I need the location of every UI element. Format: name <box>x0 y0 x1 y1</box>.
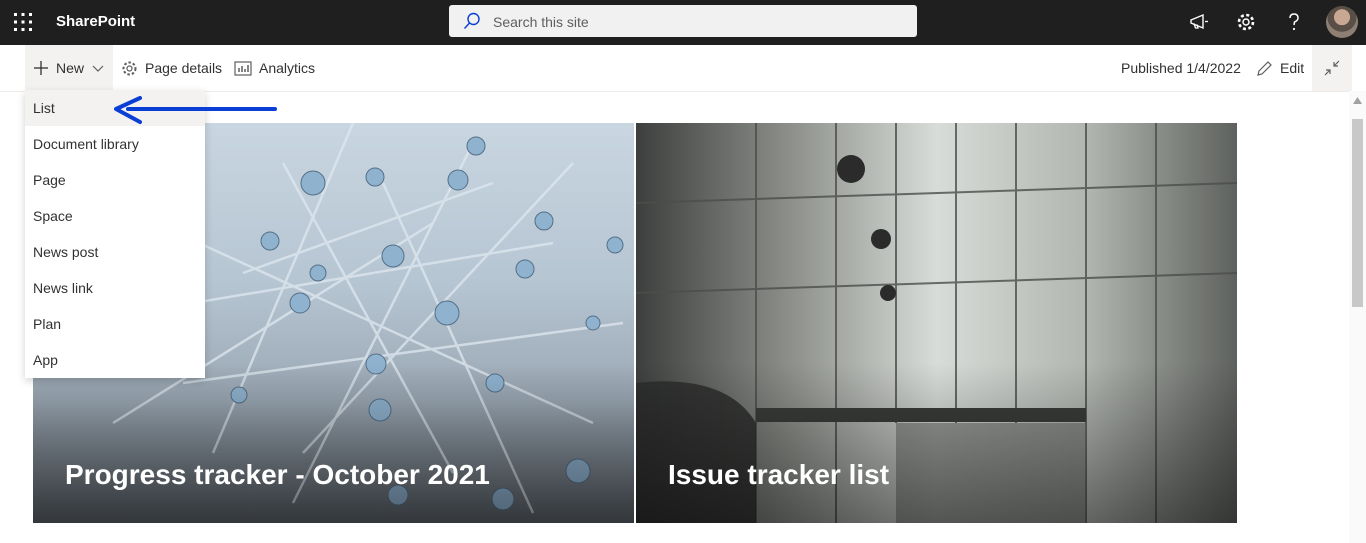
menu-item-space[interactable]: Space <box>25 198 205 234</box>
collapse-button[interactable] <box>1312 45 1352 91</box>
avatar[interactable] <box>1326 6 1358 38</box>
gear-icon[interactable] <box>1235 11 1257 33</box>
app-launcher-icon[interactable] <box>13 12 33 32</box>
hero-tile-issue-tracker[interactable]: Issue tracker list <box>636 123 1237 523</box>
tile-title[interactable]: Progress tracker - October 2021 <box>65 459 490 491</box>
annotation-arrow-icon <box>110 96 280 131</box>
analytics-label: Analytics <box>259 60 316 76</box>
tile-shade <box>33 363 634 523</box>
search-input[interactable]: Search this site <box>493 14 589 30</box>
new-button-label: New <box>56 60 85 76</box>
chevron-down-icon <box>92 65 104 72</box>
menu-item-news-link[interactable]: News link <box>25 270 205 306</box>
scroll-up-icon[interactable] <box>1353 97 1362 104</box>
tile-shade <box>636 363 1237 523</box>
app-title[interactable]: SharePoint <box>56 13 135 30</box>
scrollbar-thumb[interactable] <box>1352 119 1363 307</box>
edit-icon <box>1257 60 1272 76</box>
new-button[interactable]: New <box>25 45 113 91</box>
edit-button[interactable]: Edit <box>1256 45 1304 91</box>
command-bar: New Page details Analytics Published 1/4… <box>0 45 1366 92</box>
suite-bar: SharePoint Search this site <box>0 0 1366 45</box>
search-icon <box>463 12 481 35</box>
analytics-icon <box>234 60 252 76</box>
search-box[interactable]: Search this site <box>449 5 917 37</box>
published-label: Published 1/4/2022 <box>1121 60 1241 76</box>
page-details-button[interactable]: Page details <box>121 45 222 91</box>
menu-item-page[interactable]: Page <box>25 162 205 198</box>
tile-title[interactable]: Issue tracker list <box>668 459 889 491</box>
collapse-icon <box>1324 60 1340 76</box>
page-scrollbar[interactable] <box>1349 91 1366 543</box>
edit-label: Edit <box>1280 60 1305 76</box>
analytics-button[interactable]: Analytics <box>234 45 315 91</box>
menu-item-app[interactable]: App <box>25 342 205 378</box>
menu-item-plan[interactable]: Plan <box>25 306 205 342</box>
gear-icon <box>122 61 137 75</box>
published-status: Published 1/4/2022 <box>1121 45 1241 91</box>
page-details-label: Page details <box>145 60 223 76</box>
help-icon[interactable] <box>1283 11 1305 33</box>
menu-item-document-library[interactable]: Document library <box>25 126 205 162</box>
plus-icon <box>34 61 48 75</box>
megaphone-icon[interactable] <box>1188 11 1210 33</box>
new-menu: List Document library Page Space News po… <box>25 90 205 378</box>
menu-item-news-post[interactable]: News post <box>25 234 205 270</box>
